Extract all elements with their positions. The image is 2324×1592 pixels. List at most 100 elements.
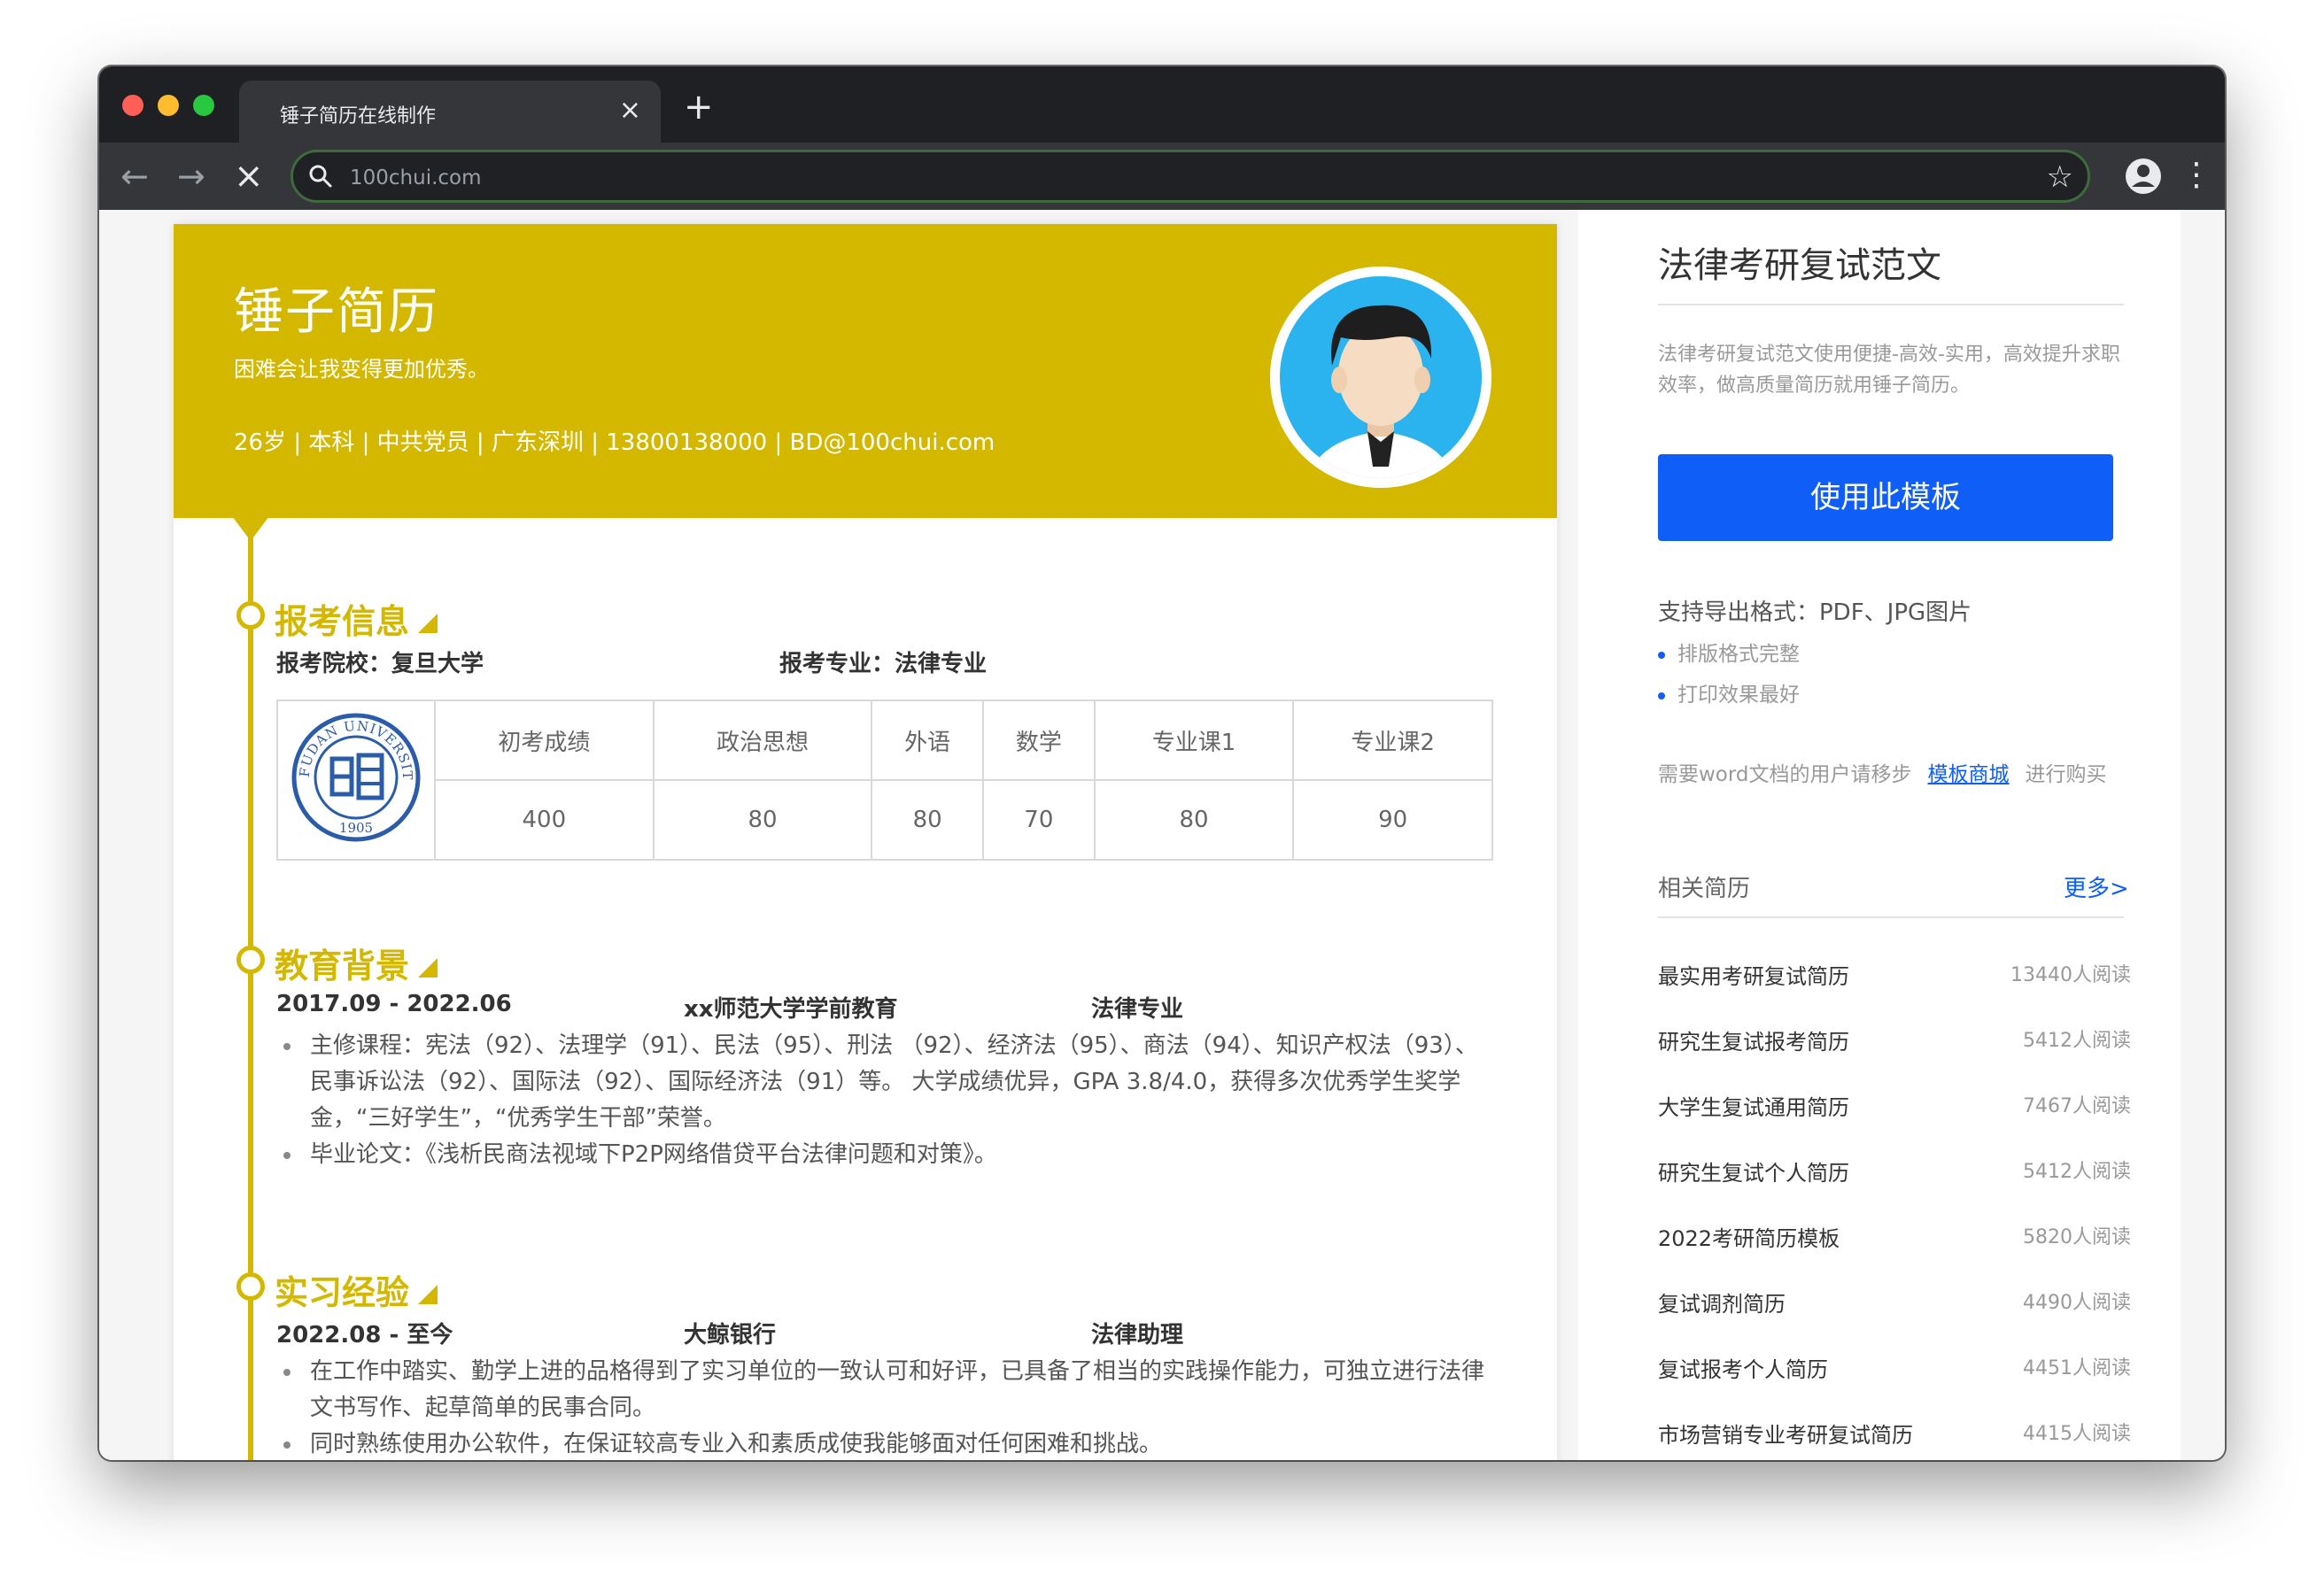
address-bar[interactable]: 100chui.com ☆ bbox=[290, 150, 2090, 203]
new-tab-button[interactable]: + bbox=[684, 89, 714, 125]
timeline-dot-internship bbox=[236, 1272, 265, 1301]
related-resume-item[interactable]: 最实用考研复试简历 13440人阅读 bbox=[1658, 959, 2131, 994]
related-resumes-title: 相关简历 bbox=[1658, 876, 1751, 902]
exam-major: 报考专业：法律专业 bbox=[779, 651, 988, 677]
related-resume-title[interactable]: 2022考研简历模板 bbox=[1658, 1221, 1840, 1252]
browser-tab[interactable]: 锤子简历在线制作 × bbox=[239, 81, 661, 143]
tab-close-icon[interactable]: × bbox=[619, 93, 641, 128]
score-value-cell: 90 bbox=[1292, 779, 1493, 861]
internship-period: 2022.08 - 至今 bbox=[276, 1322, 453, 1349]
search-icon bbox=[307, 163, 334, 193]
read-count: 7467人阅读 bbox=[2023, 1095, 2131, 1117]
related-resume-title[interactable]: 研究生复试报考简历 bbox=[1658, 1024, 1849, 1055]
related-resume-item[interactable]: 大学生复试通用简历 7467人阅读 bbox=[1658, 1090, 2131, 1125]
stop-loading-button[interactable]: × bbox=[234, 155, 264, 197]
read-count: 4451人阅读 bbox=[2023, 1357, 2131, 1379]
related-resume-item[interactable]: 2022考研简历模板 5820人阅读 bbox=[1658, 1221, 2131, 1256]
score-header-cell: 专业课2 bbox=[1292, 699, 1493, 781]
bookmark-star-icon[interactable]: ☆ bbox=[2047, 159, 2073, 195]
related-resume-item[interactable]: 复试报考个人简历 4451人阅读 bbox=[1658, 1352, 2131, 1387]
list-item: 同时熟练使用办公软件，在保证较高专业入和素质成使我能够面对任何困难和挑战。 bbox=[276, 1426, 1499, 1460]
education-period: 2017.09 - 2022.06 bbox=[276, 991, 512, 1017]
resume-personal-info: 26岁 | 本科 | 中共党员 | 广东深圳 | 13800138000 | B… bbox=[234, 429, 995, 456]
template-title: 法律考研复试范文 bbox=[1658, 245, 1941, 286]
maximize-window-button[interactable] bbox=[193, 95, 214, 116]
back-button[interactable]: ← bbox=[120, 155, 149, 197]
read-count: 5820人阅读 bbox=[2023, 1226, 2131, 1248]
resume-motto: 困难会让我变得更加优秀。 bbox=[234, 357, 489, 382]
related-resume-item[interactable]: 研究生复试报考简历 5412人阅读 bbox=[1658, 1024, 2131, 1060]
tab-title: 锤子简历在线制作 bbox=[280, 105, 437, 128]
page-content: 锤子简历 困难会让我变得更加优秀。 26岁 | 本科 | 中共党员 | 广东深圳… bbox=[99, 210, 2225, 1460]
list-item: 在工作中踏实、勤学上进的品格得到了实习单位的一致认可和好评，已具备了相当的实践操… bbox=[276, 1354, 1499, 1426]
read-count: 4415人阅读 bbox=[2023, 1423, 2131, 1445]
resume-header: 锤子简历 困难会让我变得更加优秀。 26岁 | 本科 | 中共党员 | 广东深圳… bbox=[174, 224, 1557, 518]
related-resume-title[interactable]: 复试报考个人简历 bbox=[1658, 1352, 1828, 1383]
score-value-cell: 80 bbox=[1093, 779, 1295, 861]
read-count: 5412人阅读 bbox=[2023, 1161, 2131, 1183]
score-value-cell: 80 bbox=[871, 779, 985, 861]
svg-text:1905: 1905 bbox=[339, 820, 373, 836]
template-description: 法律考研复试范文使用便捷-高效-实用，高效提升求职效率，做高质量简历就用锤子简历… bbox=[1658, 344, 2120, 397]
account-icon[interactable] bbox=[2124, 157, 2163, 199]
score-header-cell: 数学 bbox=[982, 699, 1096, 781]
resume-name: 锤子简历 bbox=[234, 283, 439, 341]
feature-item: 排版格式完整 bbox=[1658, 637, 1800, 667]
related-resume-item[interactable]: 研究生复试个人简历 5412人阅读 bbox=[1658, 1155, 2131, 1191]
related-resume-title[interactable]: 研究生复试个人简历 bbox=[1658, 1155, 1849, 1186]
browser-menu-icon[interactable]: ⋮ bbox=[2181, 155, 2212, 196]
internship-role: 法律助理 bbox=[1091, 1322, 1184, 1349]
related-resume-title[interactable]: 大学生复试通用简历 bbox=[1658, 1090, 1849, 1121]
education-details: 主修课程：宪法（92）、法理学（91）、民法（95）、刑法 （92）、经济法（9… bbox=[276, 1028, 1499, 1173]
score-header-cell: 初考成绩 bbox=[434, 699, 655, 781]
score-value-cell: 80 bbox=[652, 779, 873, 861]
word-note-suffix: 进行购买 bbox=[2025, 763, 2107, 786]
education-major: 法律专业 bbox=[1091, 996, 1184, 1023]
timeline-dot-education bbox=[236, 946, 265, 974]
minimize-window-button[interactable] bbox=[158, 95, 179, 116]
related-resume-title[interactable]: 市场营销专业考研复试简历 bbox=[1658, 1418, 1913, 1449]
score-header-cell: 专业课1 bbox=[1093, 699, 1295, 781]
title-bar: 锤子简历在线制作 × + bbox=[99, 66, 2225, 143]
section-title-internship-text: 实习经验 bbox=[275, 1273, 410, 1312]
education-school: xx师范大学学前教育 bbox=[684, 996, 898, 1023]
score-header-cell: 政治思想 bbox=[652, 699, 873, 781]
related-resume-title[interactable]: 复试调剂简历 bbox=[1658, 1287, 1786, 1318]
read-count: 4490人阅读 bbox=[2023, 1292, 2131, 1314]
browser-toolbar: ← → × 100chui.com ☆ ⋮ bbox=[99, 143, 2225, 210]
read-count: 5412人阅读 bbox=[2023, 1030, 2131, 1052]
template-store-link[interactable]: 模板商城 bbox=[1928, 763, 2010, 786]
exam-school: 报考院校：复旦大学 bbox=[276, 651, 484, 677]
forward-button[interactable]: → bbox=[177, 155, 205, 197]
list-item: 毕业论文：《浅析民商法视域下P2P网络借贷平台法律问题和对策》。 bbox=[276, 1137, 1499, 1173]
more-link[interactable]: 更多> bbox=[2064, 870, 2129, 903]
feature-text: 打印效果最好 bbox=[1677, 684, 1800, 707]
read-count: 13440人阅读 bbox=[2010, 964, 2131, 986]
section-title-exam-text: 报考信息 bbox=[275, 602, 410, 641]
feature-text: 排版格式完整 bbox=[1677, 643, 1800, 666]
related-resume-title[interactable]: 最实用考研复试简历 bbox=[1658, 959, 1849, 990]
close-window-button[interactable] bbox=[122, 95, 143, 116]
word-download-note: 需要word文档的用户请移步 模板商城 进行购买 bbox=[1658, 757, 2107, 787]
resume-preview: 锤子简历 困难会让我变得更加优秀。 26岁 | 本科 | 中共党员 | 广东深圳… bbox=[174, 224, 1557, 1460]
browser-window: 锤子简历在线制作 × + ← → × 100chui.com ☆ ⋮ 锤子简历 … bbox=[99, 66, 2225, 1460]
related-resume-item[interactable]: 市场营销专业考研复试简历 4415人阅读 bbox=[1658, 1418, 2131, 1453]
feature-item: 打印效果最好 bbox=[1658, 677, 1800, 707]
score-table: FUDAN UNIVERSITY 1905 初考成绩 政治思想 外语 数学 bbox=[276, 699, 1493, 861]
export-formats: 支持导出格式：PDF、JPG图片 bbox=[1658, 599, 1972, 626]
section-title-education: 教育背景 bbox=[275, 939, 438, 987]
template-sidebar: 法律考研复试范文 法律考研复试范文使用便捷-高效-实用，高效提升求职效率，做高质… bbox=[1578, 210, 2181, 1460]
section-title-exam: 报考信息 bbox=[275, 594, 438, 643]
internship-company: 大鲸银行 bbox=[684, 1322, 777, 1349]
score-header-cell: 外语 bbox=[871, 699, 985, 781]
use-template-button[interactable]: 使用此模板 bbox=[1658, 454, 2113, 541]
avatar bbox=[1270, 267, 1491, 488]
timeline-line bbox=[248, 516, 253, 1460]
timeline-arrow bbox=[232, 516, 269, 541]
section-title-education-text: 教育背景 bbox=[275, 947, 410, 985]
internship-details: 在工作中踏实、勤学上进的品格得到了实习单位的一致认可和好评，已具备了相当的实践操… bbox=[276, 1354, 1499, 1460]
score-header-row: FUDAN UNIVERSITY 1905 初考成绩 政治思想 外语 数学 bbox=[276, 699, 1493, 861]
section-title-internship: 实习经验 bbox=[275, 1265, 438, 1314]
related-resume-item[interactable]: 复试调剂简历 4490人阅读 bbox=[1658, 1287, 2131, 1322]
bullet-dot-icon bbox=[1658, 692, 1665, 699]
